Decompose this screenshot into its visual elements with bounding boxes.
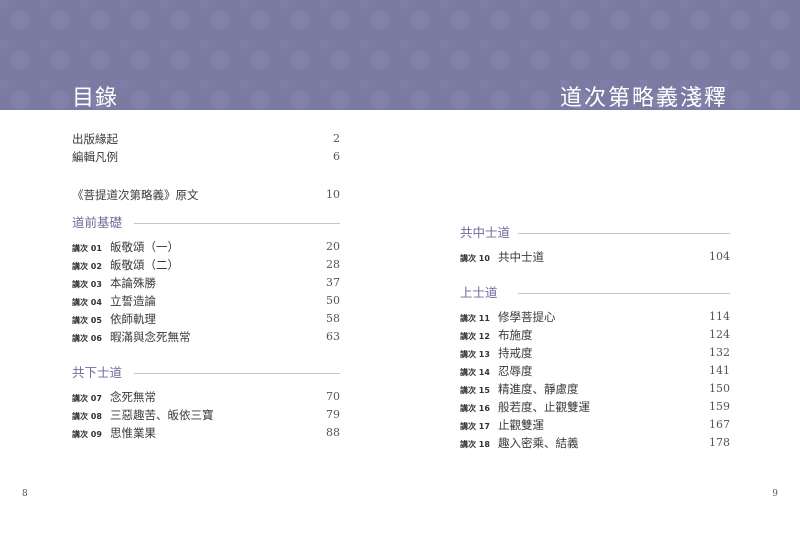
chapter-title: 念死無常 — [110, 390, 156, 404]
section-rule — [518, 293, 730, 294]
right-column: 共中士道 講次 10 共中士道 104 上士道 講次 11 修學菩提心 114 講次 12 布施度… — [460, 214, 730, 452]
chapter-title: 般若度、止觀雙運 — [498, 400, 590, 414]
entry-page: 10 — [326, 188, 340, 201]
chapter-entry[interactable]: 講次 04 立誓造論 50 — [72, 292, 340, 310]
chapter-entry[interactable]: 講次 02 皈敬頌（二） 28 — [72, 256, 340, 274]
chapter-page: 70 — [326, 390, 340, 403]
chapter-title: 布施度 — [498, 328, 533, 342]
chapter-page: 63 — [326, 330, 340, 343]
chapter-entry[interactable]: 講次 01 皈敬頌（一） 20 — [72, 238, 340, 256]
chapter-page: 178 — [709, 436, 730, 449]
chapter-page: 141 — [709, 364, 730, 377]
header-banner: 目錄 道次第略義淺釋 — [0, 0, 800, 111]
chapter-entry[interactable]: 講次 10 共中士道 104 — [460, 248, 730, 266]
section-heading: 上士道 — [460, 282, 730, 304]
section-heading-label: 共下士道 — [72, 365, 123, 380]
chapter-title: 持戒度 — [498, 346, 533, 360]
chapter-title: 忍辱度 — [498, 364, 533, 378]
chapter-title: 暇滿與念死無常 — [110, 330, 191, 344]
entry-page: 2 — [333, 132, 340, 145]
chapter-entry[interactable]: 講次 09 思惟業果 88 — [72, 424, 340, 442]
chapter-entry[interactable]: 講次 11 修學菩提心 114 — [460, 308, 730, 326]
section-rule — [134, 223, 340, 224]
chapter-title: 立誓造論 — [110, 294, 156, 308]
chapter-entry[interactable]: 講次 13 持戒度 132 — [460, 344, 730, 362]
chapter-title: 三惡趣苦、皈依三寶 — [110, 408, 214, 422]
chapter-code: 講次 18 — [460, 440, 490, 449]
chapter-entry[interactable]: 講次 16 般若度、止觀雙運 159 — [460, 398, 730, 416]
section-heading-label: 道前基礎 — [72, 215, 123, 230]
chapter-entry[interactable]: 講次 12 布施度 124 — [460, 326, 730, 344]
section-heading: 共中士道 — [460, 222, 730, 244]
chapter-title: 精進度、靜慮度 — [498, 382, 579, 396]
chapter-entry[interactable]: 講次 18 趣入密乘、結義 178 — [460, 434, 730, 452]
chapter-title: 止觀雙運 — [498, 418, 544, 432]
section-rule — [134, 373, 340, 374]
left-column: 出版緣起 2 編輯凡例 6 《菩提道次第略義》原文 10 道前基礎 講次 01 皈敬… — [72, 130, 340, 442]
front-matter-entry[interactable]: 編輯凡例 6 — [72, 148, 340, 166]
chapter-page: 159 — [709, 400, 730, 413]
section-heading-label: 共中士道 — [460, 225, 511, 240]
entry-title: 出版緣起 — [72, 132, 118, 146]
chapter-title: 本論殊勝 — [110, 276, 156, 290]
chapter-code: 講次 09 — [72, 430, 102, 439]
entry-title: 《菩提道次第略義》原文 — [72, 188, 199, 202]
section-rule — [518, 233, 730, 234]
chapter-title: 共中士道 — [498, 250, 544, 264]
chapter-title: 思惟業果 — [110, 426, 156, 440]
chapter-entry[interactable]: 講次 03 本論殊勝 37 — [72, 274, 340, 292]
chapter-page: 37 — [326, 276, 340, 289]
chapter-title: 修學菩提心 — [498, 310, 556, 324]
source-text-entry[interactable]: 《菩提道次第略義》原文 10 — [72, 186, 340, 204]
chapter-entry[interactable]: 講次 15 精進度、靜慮度 150 — [460, 380, 730, 398]
chapter-page: 132 — [709, 346, 730, 359]
front-matter-entry[interactable]: 出版緣起 2 — [72, 130, 340, 148]
section-heading: 共下士道 — [72, 362, 340, 384]
chapter-entry[interactable]: 講次 08 三惡趣苦、皈依三寶 79 — [72, 406, 340, 424]
chapter-title: 皈敬頌（二） — [110, 258, 179, 272]
chapter-code: 講次 06 — [72, 334, 102, 343]
chapter-title: 依師軌理 — [110, 312, 156, 326]
chapter-entry[interactable]: 講次 06 暇滿與念死無常 63 — [72, 328, 340, 346]
section-heading: 道前基礎 — [72, 212, 340, 234]
chapter-page: 150 — [709, 382, 730, 395]
chapter-page: 20 — [326, 240, 340, 253]
chapter-page: 104 — [709, 250, 730, 263]
chapter-entry[interactable]: 講次 05 依師軌理 58 — [72, 310, 340, 328]
chapter-code: 講次 10 — [460, 254, 490, 263]
chapter-page: 28 — [326, 258, 340, 271]
chapter-page: 124 — [709, 328, 730, 341]
chapter-page: 79 — [326, 408, 340, 421]
page-number-left: 8 — [22, 489, 28, 499]
entry-title: 編輯凡例 — [72, 150, 118, 164]
chapter-title: 皈敬頌（一） — [110, 240, 179, 254]
chapter-entry[interactable]: 講次 17 止觀雙運 167 — [460, 416, 730, 434]
chapter-page: 167 — [709, 418, 730, 431]
section-heading-label: 上士道 — [460, 285, 498, 300]
chapter-entry[interactable]: 講次 07 念死無常 70 — [72, 388, 340, 406]
chapter-entry[interactable]: 講次 14 忍辱度 141 — [460, 362, 730, 380]
chapter-page: 88 — [326, 426, 340, 439]
chapter-page: 50 — [326, 294, 340, 307]
page-number-right: 9 — [772, 489, 778, 499]
toc-title: 目錄 — [72, 86, 119, 111]
entry-page: 6 — [333, 150, 340, 163]
chapter-page: 58 — [326, 312, 340, 325]
chapter-title: 趣入密乘、結義 — [498, 436, 579, 450]
book-title: 道次第略義淺釋 — [559, 86, 728, 111]
chapter-page: 114 — [709, 310, 730, 323]
